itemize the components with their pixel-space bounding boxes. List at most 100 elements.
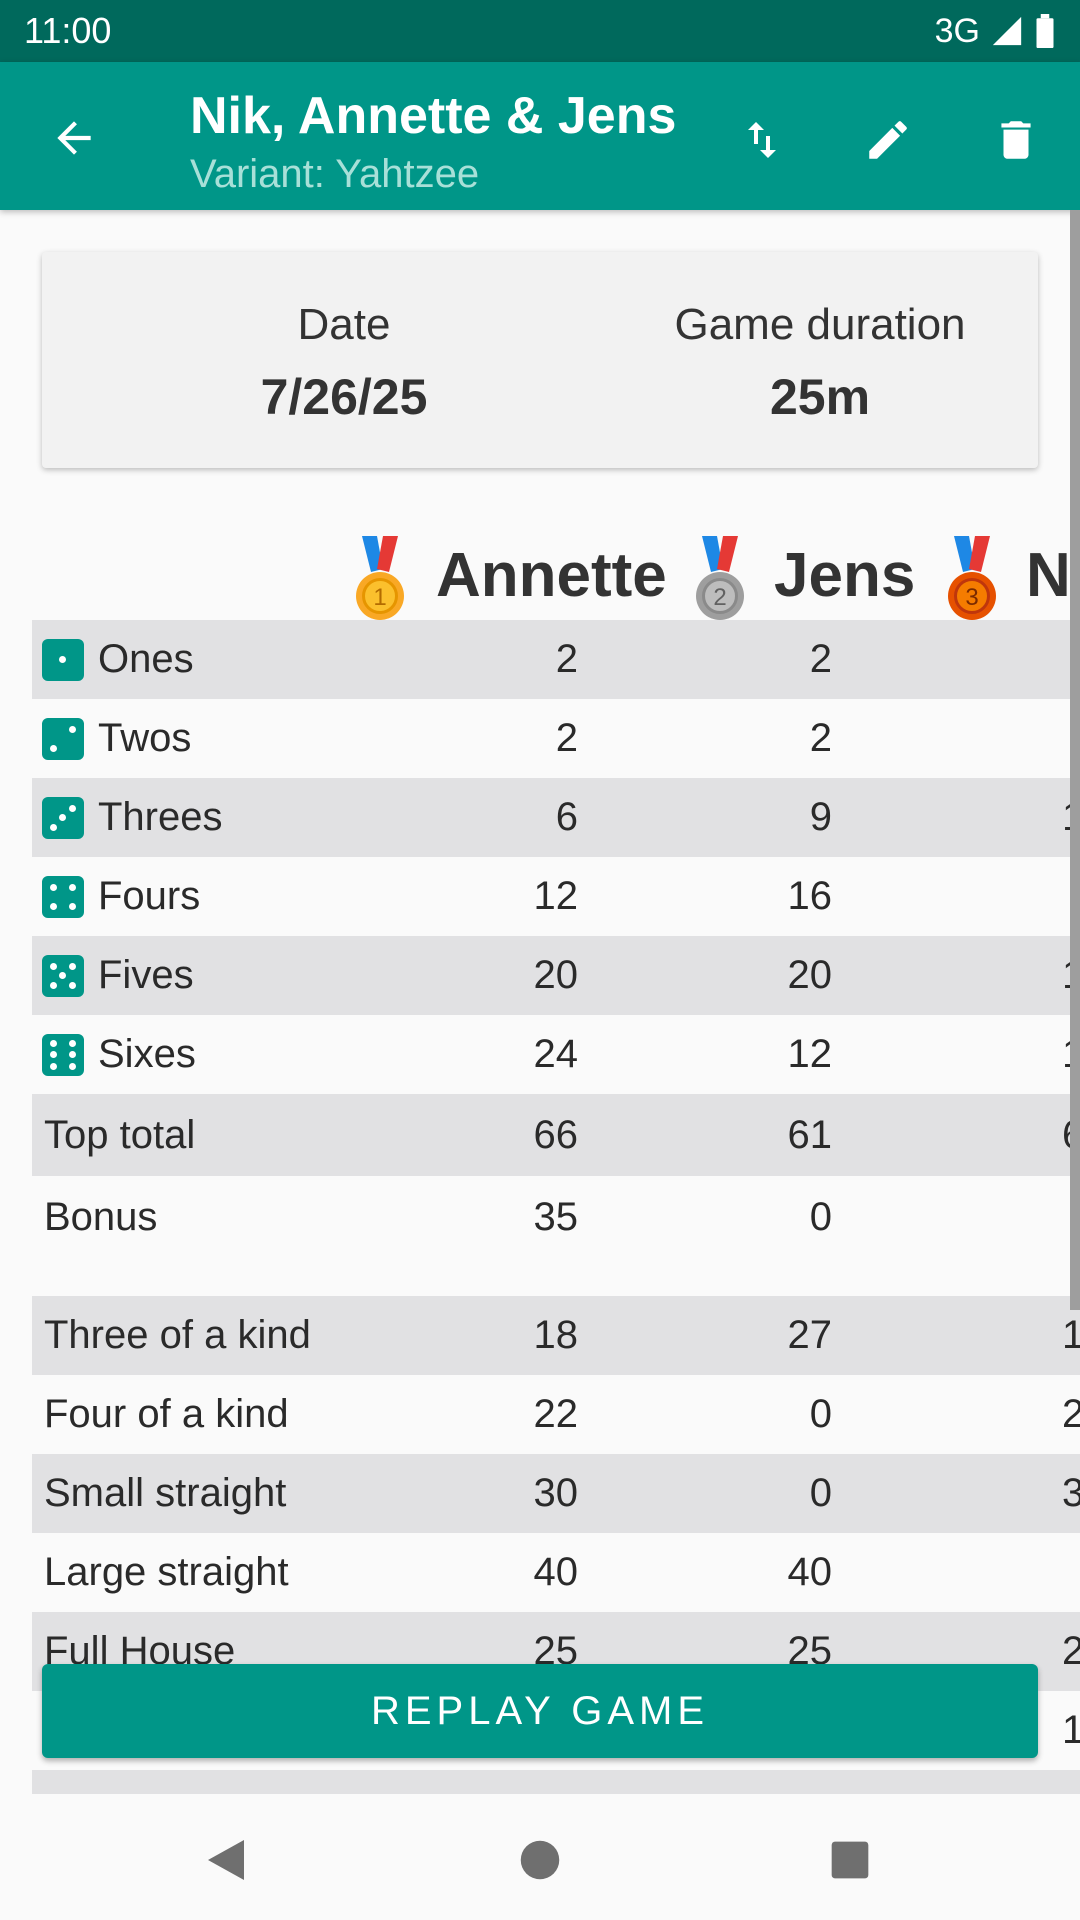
player-name-jens: Jens [774, 541, 916, 610]
die-four-icon [42, 875, 84, 918]
row-label: Three of a kind [44, 1313, 311, 1357]
table-row: Twos 2 2 [32, 699, 1080, 778]
score-cell: 12 [533, 874, 579, 918]
score-cell: 9 [809, 795, 832, 839]
game-info-card: Date 7/26/25 Game duration 25m [42, 252, 1038, 468]
die-six-icon [42, 1033, 84, 1076]
silver-medal-icon: 2 [696, 536, 744, 620]
score-cell: 6 [555, 795, 578, 839]
score-table: Ones 2 2 Twos 2 2 Threes 6 9 1 Fours 12 … [32, 620, 1080, 1794]
score-cell: 24 [533, 1032, 579, 1076]
table-row: Small straight 30 0 3 [32, 1454, 1080, 1533]
network-type: 3G [934, 11, 980, 50]
score-cell: 0 [809, 1194, 832, 1239]
table-row: Four of a kind 22 0 2 [32, 1375, 1080, 1454]
score-cell: 20 [787, 953, 833, 997]
date-value: 7/26/25 [260, 369, 428, 425]
score-cell: 27 [787, 1313, 833, 1357]
nav-recents-button[interactable] [820, 1830, 880, 1890]
score-cell [1062, 1533, 1080, 1612]
back-button[interactable] [38, 102, 110, 174]
row-label: Ones [98, 637, 194, 681]
signal-icon [992, 16, 1022, 46]
table-row: Ones 2 2 [32, 620, 1080, 699]
delete-button[interactable] [978, 102, 1054, 178]
date-column: Date 7/26/25 [104, 300, 584, 426]
duration-column: Game duration 25m [580, 300, 1060, 426]
score-cell: 61 [787, 1112, 833, 1157]
game-variant: Variant: Yahtzee [190, 152, 480, 196]
swap-order-button[interactable] [724, 102, 800, 178]
score-cell: 30 [533, 1471, 579, 1515]
die-five-icon [42, 954, 84, 997]
die-three-icon [42, 796, 84, 839]
table-row: Three of a kind 18 27 1 [32, 1296, 1080, 1375]
circle-home-icon [520, 1840, 560, 1880]
score-cell: 20 [533, 953, 579, 997]
row-label: Fives [98, 953, 194, 997]
row-label: Top total [44, 1112, 196, 1157]
gold-medal-icon: 1 [356, 536, 404, 620]
duration-value: 25m [769, 369, 871, 425]
table-row: Threes 6 9 1 [32, 778, 1080, 857]
table-row [32, 1770, 1080, 1794]
score-cell: 1 [1062, 1708, 1080, 1752]
score-cell: 35 [533, 1194, 579, 1239]
score-cell: 40 [533, 1550, 579, 1594]
arrow-back-icon [57, 121, 91, 155]
table-row: Sixes 24 12 1 [32, 1015, 1080, 1094]
navigation-bar [0, 1800, 1080, 1920]
row-label: Four of a kind [44, 1392, 289, 1436]
die-one-icon [42, 638, 84, 681]
svg-text:2: 2 [713, 584, 726, 611]
score-cell: 66 [533, 1112, 579, 1157]
score-cell: 12 [787, 1032, 833, 1076]
score-cell: 22 [533, 1392, 579, 1436]
score-cell: 3 [1062, 1471, 1080, 1515]
row-label: Sixes [98, 1032, 196, 1076]
edit-button[interactable] [850, 102, 926, 178]
scrollbar[interactable] [1070, 210, 1080, 1310]
game-title: Nik, Annette & Jens [190, 87, 677, 145]
date-label: Date [297, 300, 391, 349]
status-time: 11:00 [24, 10, 112, 51]
row-label: Large straight [44, 1550, 289, 1594]
table-row: Fours 12 16 [32, 857, 1080, 936]
row-label: Small straight [44, 1471, 287, 1515]
die-two-icon [42, 717, 84, 760]
status-bar: 11:00 3G [0, 0, 1080, 62]
score-cell: 40 [787, 1550, 833, 1594]
score-cell: 2 [809, 637, 832, 681]
score-cell: 18 [533, 1313, 579, 1357]
table-row: Top total 66 61 6 [32, 1094, 1080, 1176]
table-row: Large straight 40 40 [32, 1533, 1080, 1612]
game-detail-content[interactable]: Date 7/26/25 Game duration 25m 1 Annette… [0, 210, 1080, 1810]
score-cell: 0 [809, 1471, 832, 1515]
duration-label: Game duration [674, 300, 966, 349]
row-label: Twos [98, 716, 192, 760]
triangle-back-icon [208, 1840, 244, 1880]
score-cell: 2 [555, 637, 578, 681]
score-cell: 2 [1062, 1392, 1080, 1436]
score-cell: 2 [555, 716, 578, 760]
row-label: Bonus [44, 1194, 158, 1239]
score-cell: 2 [809, 716, 832, 760]
trash-icon [1001, 121, 1031, 159]
score-cell: 0 [809, 1392, 832, 1436]
row-label: Threes [98, 795, 223, 839]
square-recents-icon [831, 1841, 869, 1879]
replay-game-button[interactable]: REPLAY GAME [42, 1664, 1038, 1758]
swap-vertical-icon [748, 122, 776, 158]
nav-home-button[interactable] [510, 1830, 570, 1890]
status-icons: 3G [935, 12, 1056, 51]
bronze-medal-icon: 3 [948, 536, 996, 620]
nav-back-button[interactable] [196, 1830, 256, 1890]
score-cell: 16 [787, 874, 833, 918]
table-row: Bonus 35 0 [32, 1176, 1080, 1258]
table-row: Fives 20 20 1 [32, 936, 1080, 1015]
app-bar: Nik, Annette & Jens Variant: Yahtzee [0, 62, 1080, 210]
pencil-icon [869, 121, 907, 159]
svg-text:3: 3 [965, 584, 978, 611]
row-label: Fours [98, 874, 201, 918]
